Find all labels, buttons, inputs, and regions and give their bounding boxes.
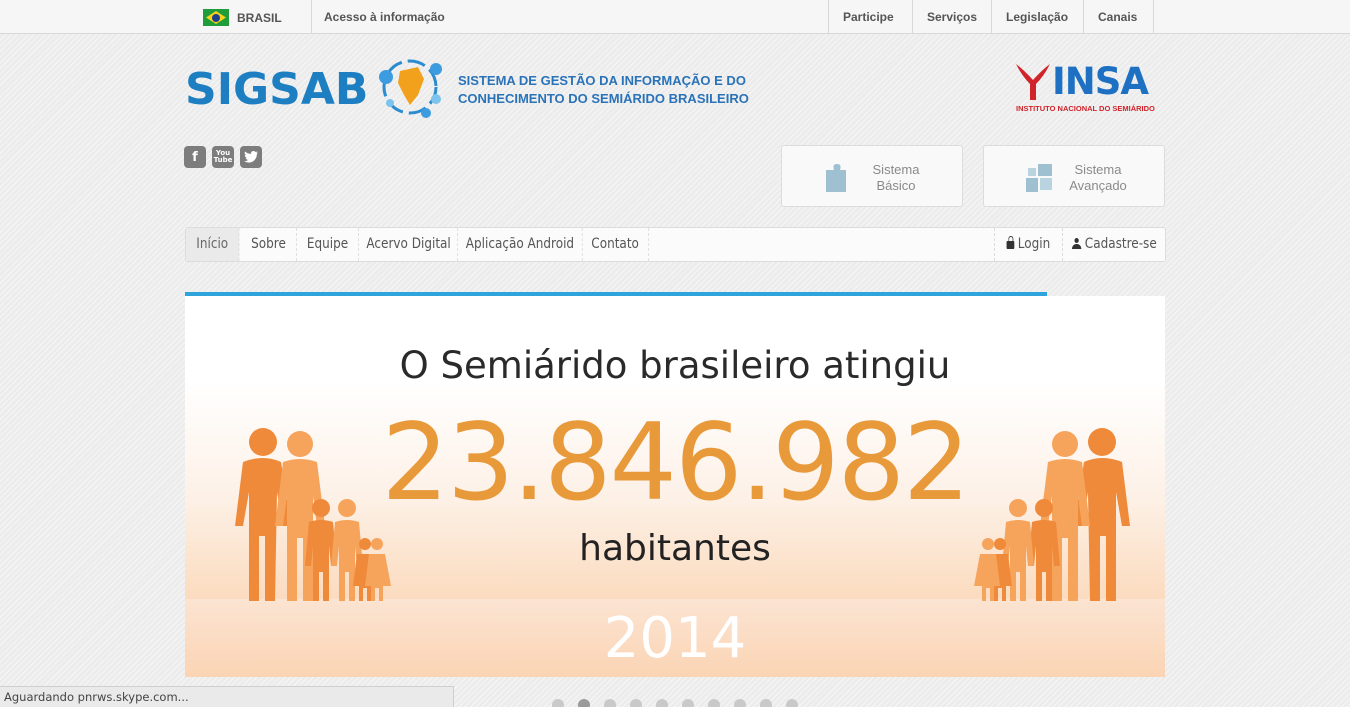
social-links: f You Tube [184, 146, 262, 168]
slider-dot[interactable] [760, 699, 772, 707]
slider-dot[interactable] [552, 699, 564, 707]
canais-link[interactable]: Canais [1098, 10, 1137, 24]
sigsab-tagline: SISTEMA DE GESTÃO DA INFORMAÇÃO E DO CON… [458, 72, 749, 108]
twitter-icon[interactable] [240, 146, 262, 168]
nav-acervo-digital[interactable]: Acervo Digital [360, 228, 459, 261]
puzzle-pieces-icon [1026, 164, 1052, 192]
puzzle-piece-icon [826, 164, 846, 192]
slider-dot[interactable] [786, 699, 798, 707]
population-number: 23.846.982 [381, 401, 971, 524]
slider-pagination [552, 699, 798, 707]
insa-logo[interactable]: INSA INSTITUTO NACIONAL DO SEMIÁRIDO [1012, 58, 1166, 116]
insa-wordmark: INSA [1052, 60, 1149, 103]
main-navigation: Início Sobre Equipe Acervo Digital Aplic… [185, 227, 1166, 262]
advanced-system-label: Sistema Avançado [1069, 162, 1127, 193]
facebook-icon[interactable]: f [184, 146, 206, 168]
servicos-link[interactable]: Serviços [927, 10, 977, 24]
nav-equipe[interactable]: Equipe [297, 228, 359, 261]
insa-mark-icon [1016, 64, 1050, 100]
slider-dot[interactable] [682, 699, 694, 707]
slide-year: 2014 [603, 606, 747, 671]
government-top-bar: BRASIL Acesso à informação Participe Ser… [0, 0, 1350, 34]
slider-dot[interactable] [656, 699, 668, 707]
slider-dot[interactable] [630, 699, 642, 707]
browser-status-bar: Aguardando pnrws.skype.com... [0, 686, 454, 707]
access-info-link[interactable]: Acesso à informação [324, 10, 445, 24]
insa-subtitle: INSTITUTO NACIONAL DO SEMIÁRIDO [1016, 104, 1155, 113]
basic-system-label: Sistema Básico [872, 162, 920, 193]
user-icon [1071, 238, 1082, 249]
slider-dot[interactable] [578, 699, 590, 707]
legislacao-link[interactable]: Legislação [1006, 10, 1068, 24]
slider-dot[interactable] [604, 699, 616, 707]
sigsab-logo[interactable]: SIGSAB [185, 64, 368, 115]
login-link[interactable]: Login [994, 228, 1062, 261]
advanced-system-button[interactable]: Sistema Avançado [983, 145, 1165, 207]
population-unit: habitantes [579, 528, 771, 569]
nav-contato[interactable]: Contato [582, 228, 650, 261]
hero-slide[interactable]: O Semiárido brasileiro atingiu 23.846.98… [185, 296, 1165, 677]
lock-icon [1006, 236, 1015, 249]
register-link[interactable]: Cadastre-se [1062, 228, 1165, 261]
brazil-flag-icon [203, 9, 229, 26]
youtube-icon[interactable]: You Tube [212, 146, 234, 168]
slider-dot[interactable] [734, 699, 746, 707]
tagline-line-2: CONHECIMENTO DO SEMIÁRIDO BRASILEIRO [458, 91, 749, 106]
slide-headline: O Semiárido brasileiro atingiu [399, 344, 951, 387]
tagline-line-1: SISTEMA DE GESTÃO DA INFORMAÇÃO E DO [458, 73, 746, 88]
brasil-label: BRASIL [237, 10, 282, 25]
nav-inicio[interactable]: Início [186, 228, 240, 261]
nav-sobre[interactable]: Sobre [241, 228, 297, 261]
brasil-link[interactable]: BRASIL [203, 9, 282, 26]
basic-system-button[interactable]: Sistema Básico [781, 145, 963, 207]
participe-link[interactable]: Participe [843, 10, 894, 24]
slider-dot[interactable] [708, 699, 720, 707]
globe-network-icon [379, 59, 442, 118]
nav-aplicacao-android[interactable]: Aplicação Android [458, 228, 583, 261]
